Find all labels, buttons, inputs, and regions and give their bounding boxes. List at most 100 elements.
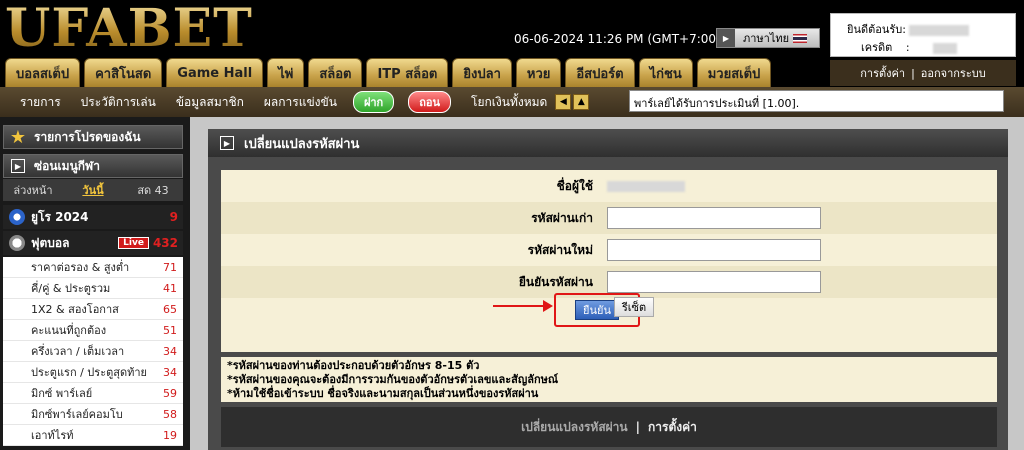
- tab-esports[interactable]: อีสปอร์ต: [565, 58, 635, 88]
- arrow-up-icon[interactable]: ▲: [573, 94, 590, 110]
- sport-label: ฟุตบอล: [31, 235, 70, 250]
- credit-redacted: [933, 42, 958, 54]
- language-select[interactable]: ▶ ภาษาไทย: [716, 28, 820, 48]
- soccer-ball-icon: [9, 235, 25, 251]
- tab-live-casino[interactable]: คาสิโนสด: [84, 58, 163, 88]
- item-count: 65: [163, 302, 177, 316]
- old-password-row: รหัสผ่านเก่า: [221, 202, 997, 234]
- thai-flag-icon: [793, 33, 808, 43]
- confirm-password-label: ยืนยันรหัสผ่าน: [518, 274, 593, 289]
- rule-text: *ห้ามใช้ชื่อเข้าระบบ ชื่อจริงและนามสกุลเ…: [227, 387, 539, 400]
- item-count: 51: [163, 323, 177, 337]
- account-links: การตั้งค่า | ออกจากระบบ: [830, 60, 1016, 86]
- list-item[interactable]: เอาท์ไรท์ 19: [3, 425, 183, 446]
- list-item[interactable]: ครึ่งเวลา / เต็มเวลา 34: [3, 341, 183, 362]
- list-item[interactable]: มิกซ์ พาร์เลย์ 59: [3, 383, 183, 404]
- sidebar: ★ รายการโปรดของฉัน ▶ ซ่อนเมนูกีฬา ล่วงหน…: [0, 117, 190, 450]
- list-item[interactable]: คะแนนที่ถูกต้อง 51: [3, 320, 183, 341]
- arrow-left-icon[interactable]: ◀: [555, 94, 572, 110]
- language-label: ภาษาไทย: [743, 32, 790, 45]
- tab-cards[interactable]: ไพ่: [267, 58, 305, 88]
- transfer-all-link[interactable]: โยกเงินทั้งหมด: [471, 93, 547, 112]
- account-box: ยินดีต้อนรับ: เครดิต :: [830, 13, 1016, 57]
- link-separator: |: [911, 66, 915, 80]
- sport-count: 9: [169, 210, 178, 224]
- welcome-row: ยินดีต้อนรับ:: [847, 20, 970, 38]
- tab-live[interactable]: สด 43: [123, 179, 183, 201]
- panel-footer: เปลี่ยนแปลงรหัสผ่าน | การตั้งค่า: [221, 407, 997, 447]
- reset-button[interactable]: รีเซ็ต: [614, 297, 654, 317]
- credit-row: เครดิต :: [861, 38, 958, 56]
- nav-bet-history[interactable]: ประวัติการเล่น: [81, 93, 156, 112]
- hide-menu-label: ซ่อนเมนูกีฬา: [34, 158, 100, 173]
- new-password-label: รหัสผ่านใหม่: [527, 242, 593, 257]
- new-password-row: รหัสผ่านใหม่: [221, 234, 997, 266]
- nav-member-info[interactable]: ข้อมูลสมาชิก: [176, 93, 244, 112]
- logout-link[interactable]: ออกจากระบบ: [921, 64, 986, 82]
- old-password-input[interactable]: [607, 207, 821, 229]
- username-redacted: [909, 24, 970, 36]
- tab-slots[interactable]: สล็อต: [308, 58, 363, 88]
- username-redacted: [607, 180, 685, 192]
- item-label: เอาท์ไรท์: [31, 429, 74, 442]
- play-icon: ▶: [11, 159, 25, 173]
- tab-early[interactable]: ล่วงหน้า: [3, 179, 63, 201]
- list-item[interactable]: คี่/คู่ & ประตูรวม 41: [3, 278, 183, 299]
- list-item[interactable]: ประตูแรก / ประตูสุดท้าย 34: [3, 362, 183, 383]
- item-label: คะแนนที่ถูกต้อง: [31, 324, 107, 337]
- deposit-button[interactable]: ฝาก: [352, 91, 395, 113]
- product-tabs: บอลสเต็ป คาสิโนสด Game Hall ไพ่ สล็อต IT…: [5, 58, 772, 88]
- welcome-label: ยินดีต้อนรับ:: [847, 23, 906, 36]
- footer-settings[interactable]: การตั้งค่า: [648, 418, 697, 437]
- tab-itp-slots[interactable]: ITP สล็อต: [366, 58, 449, 88]
- item-count: 34: [163, 365, 177, 379]
- red-arrow-annotation: [493, 300, 553, 312]
- withdraw-button[interactable]: ถอน: [408, 91, 452, 113]
- password-form: ชื่อผู้ใช้ รหัสผ่านเก่า รหัสผ่านใหม่ ยืน…: [221, 170, 997, 352]
- submit-button[interactable]: ยืนยัน: [575, 300, 619, 320]
- rule-text: *รหัสผ่านของคุณจะต้องมีการรวมกันของตัวอั…: [227, 373, 559, 386]
- play-icon: ▶: [717, 29, 735, 47]
- tab-step-football[interactable]: บอลสเต็ป: [5, 58, 81, 88]
- credit-separator: :: [905, 41, 910, 54]
- item-count: 34: [163, 344, 177, 358]
- item-count: 58: [163, 407, 177, 421]
- tab-fishing[interactable]: ยิงปลา: [452, 58, 512, 88]
- item-count: 19: [163, 428, 177, 442]
- ticker-controls: ◀ ▲: [555, 94, 590, 110]
- footer-change-password[interactable]: เปลี่ยนแปลงรหัสผ่าน: [521, 418, 628, 437]
- page-title: เปลี่ยนแปลงรหัสผ่าน: [244, 136, 360, 152]
- sport-football[interactable]: ฟุตบอล Live 432: [3, 231, 183, 255]
- item-label: ราคาต่อรอง & สูงต่ำ: [31, 261, 130, 274]
- list-item[interactable]: 1X2 & สองโอกาส 65: [3, 299, 183, 320]
- nav-bet-list[interactable]: รายการ: [20, 93, 61, 112]
- confirm-password-input[interactable]: [607, 271, 821, 293]
- euro-trophy-icon: [9, 209, 25, 225]
- tab-lottery[interactable]: หวย: [515, 58, 562, 88]
- list-item[interactable]: มิกซ์พาร์เลย์คอมโบ 58: [3, 404, 183, 425]
- sport-euro-2024[interactable]: ยูโร 2024 9: [3, 205, 183, 229]
- credit-label: เครดิต: [861, 41, 893, 54]
- ufabet-logo[interactable]: UFABET: [5, 0, 253, 58]
- item-label: มิกซ์ พาร์เลย์: [31, 387, 93, 400]
- username-label: ชื่อผู้ใช้: [556, 178, 593, 193]
- day-tabs: ล่วงหน้า วันนี้ สด 43: [3, 179, 183, 201]
- new-password-input[interactable]: [607, 239, 821, 261]
- tab-cockfight[interactable]: ไก่ชน: [638, 58, 693, 88]
- play-icon: ▶: [220, 136, 234, 150]
- sport-count: 432: [152, 236, 178, 250]
- favorites-label: รายการโปรดของฉัน: [34, 129, 141, 144]
- list-item[interactable]: ราคาต่อรอง & สูงต่ำ 71: [3, 257, 183, 278]
- tab-game-hall[interactable]: Game Hall: [166, 58, 264, 88]
- item-label: ประตูแรก / ประตูสุดท้าย: [31, 366, 147, 379]
- item-label: คี่/คู่ & ประตูรวม: [31, 282, 111, 295]
- datetime: 06-06-2024 11:26 PM (GMT+7:00): [514, 32, 721, 46]
- hide-sports-menu[interactable]: ▶ ซ่อนเมนูกีฬา: [3, 154, 183, 178]
- nav-results[interactable]: ผลการแข่งขัน: [264, 93, 337, 112]
- tab-today[interactable]: วันนี้: [63, 179, 123, 201]
- favorites-header[interactable]: ★ รายการโปรดของฉัน: [3, 125, 183, 149]
- settings-link[interactable]: การตั้งค่า: [860, 64, 905, 82]
- item-label: 1X2 & สองโอกาส: [31, 303, 119, 316]
- tab-boxing-step[interactable]: มวยสเต็ป: [696, 58, 772, 88]
- live-badge: Live: [118, 237, 149, 249]
